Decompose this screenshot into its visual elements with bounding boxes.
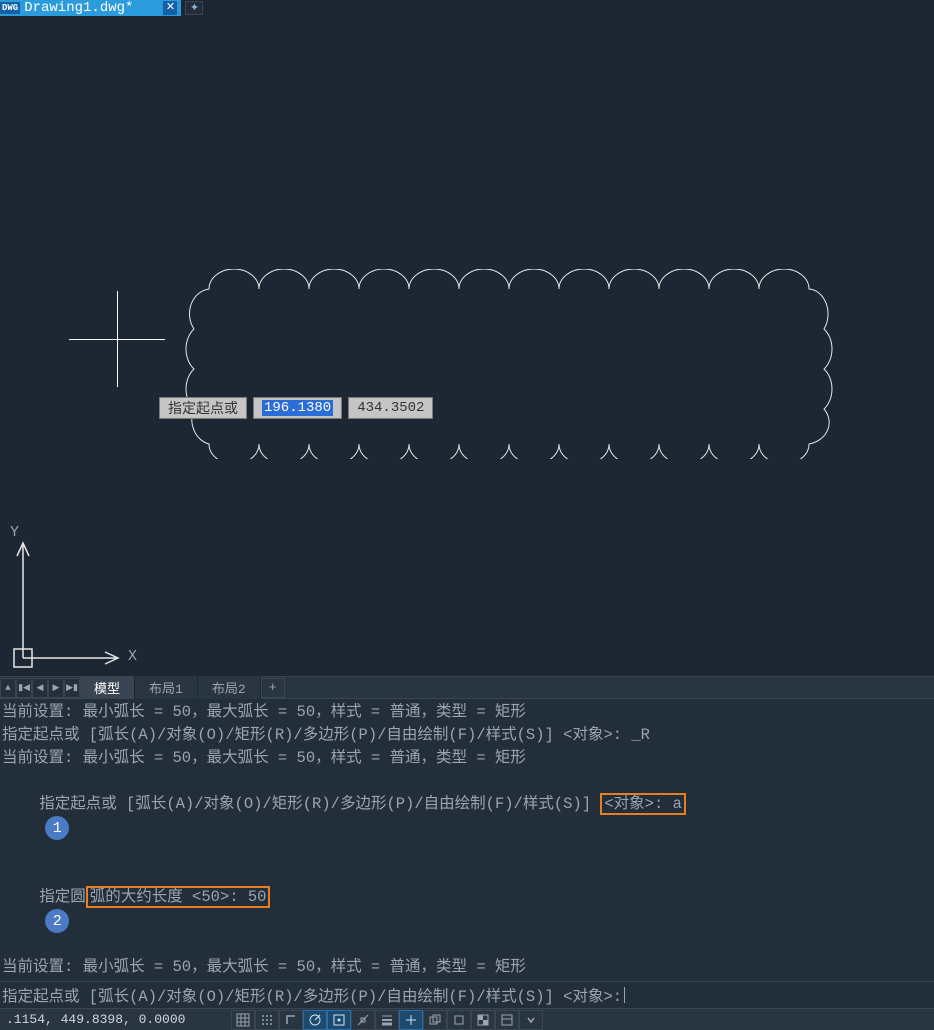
annotation-badge-1: 1	[45, 816, 69, 840]
command-prompt-text: 指定起点或 [弧长(A)/对象(O)/矩形(R)/多边形(P)/自由绘制(F)/…	[2, 984, 622, 1006]
layout-next-button[interactable]: ▶	[48, 678, 64, 698]
drawing-canvas[interactable]: 指定起点或 196.1380 434.3502 Y X	[0, 16, 934, 676]
status-bar: .1154, 449.8398, 0.0000	[0, 1008, 934, 1030]
status-expand-icon[interactable]	[519, 1010, 543, 1030]
new-tab-button[interactable]: ✦	[185, 1, 203, 15]
file-tab-name: Drawing1.dwg*	[24, 0, 133, 16]
dynamic-input-x[interactable]: 196.1380	[253, 397, 342, 419]
lineweight-toggle-icon[interactable]	[375, 1010, 399, 1030]
dynamic-input-y[interactable]: 434.3502	[348, 397, 433, 419]
layout-tab-2[interactable]: 布局2	[198, 676, 261, 699]
dwg-badge-icon: DWG	[0, 2, 20, 14]
file-tab[interactable]: DWG Drawing1.dwg* ✕	[0, 0, 181, 16]
otrack-toggle-icon[interactable]	[351, 1010, 375, 1030]
close-tab-button[interactable]: ✕	[163, 1, 177, 15]
history-line: 当前设置: 最小弧长 = 50，最大弧长 = 50，样式 = 普通，类型 = 矩…	[2, 956, 932, 979]
history-line: 指定起点或 [弧长(A)/对象(O)/矩形(R)/多边形(P)/自由绘制(F)/…	[2, 724, 932, 747]
history-line: 当前设置: 最小弧长 = 50，最大弧长 = 50，样式 = 普通，类型 = 矩…	[2, 747, 932, 770]
ucs-icon: Y X	[8, 528, 138, 668]
layout-first-button[interactable]: ▮◀	[16, 678, 32, 698]
command-history: 当前设置: 最小弧长 = 50，最大弧长 = 50，样式 = 普通，类型 = 矩…	[0, 698, 934, 981]
snap-toggle-icon[interactable]	[255, 1010, 279, 1030]
dynamic-input-tooltip: 指定起点或 196.1380 434.3502	[159, 397, 433, 419]
quickprops-toggle-icon[interactable]	[495, 1010, 519, 1030]
3dosnap-toggle-icon[interactable]	[447, 1010, 471, 1030]
highlight-box-2: 弧的大约长度 <50>: 50	[86, 886, 271, 908]
ucs-y-label: Y	[10, 524, 19, 541]
layout-tab-1[interactable]: 布局1	[135, 676, 198, 699]
dyninput-toggle-icon[interactable]	[399, 1010, 423, 1030]
grid-toggle-icon[interactable]	[231, 1010, 255, 1030]
revision-cloud-shape	[184, 269, 834, 459]
selcycle-toggle-icon[interactable]	[423, 1010, 447, 1030]
status-coordinates[interactable]: .1154, 449.8398, 0.0000	[0, 1012, 191, 1027]
layout-tab-bar: ▲ ▮◀ ◀ ▶ ▶▮ 模型 布局1 布局2 +	[0, 676, 934, 698]
history-line: 当前设置: 最小弧长 = 50，最大弧长 = 50，样式 = 普通，类型 = 矩…	[2, 701, 932, 724]
history-line: 指定起点或 [弧长(A)/对象(O)/矩形(R)/多边形(P)/自由绘制(F)/…	[2, 770, 932, 863]
file-tab-bar: DWG Drawing1.dwg* ✕ ✦	[0, 0, 934, 16]
crosshair-cursor-icon	[69, 291, 165, 387]
highlight-box-1: <对象>: a	[600, 793, 686, 815]
polar-toggle-icon[interactable]	[303, 1010, 327, 1030]
layout-last-button[interactable]: ▶▮	[64, 678, 80, 698]
layout-tab-model[interactable]: 模型	[80, 676, 135, 699]
annotation-badge-2: 2	[45, 909, 69, 933]
dynamic-input-prompt: 指定起点或	[159, 397, 247, 419]
ortho-toggle-icon[interactable]	[279, 1010, 303, 1030]
text-caret-icon	[624, 987, 625, 1003]
osnap-toggle-icon[interactable]	[327, 1010, 351, 1030]
command-line[interactable]: 指定起点或 [弧长(A)/对象(O)/矩形(R)/多边形(P)/自由绘制(F)/…	[0, 981, 934, 1008]
layout-prev-button[interactable]: ◀	[32, 678, 48, 698]
layout-add-button[interactable]: +	[261, 678, 285, 698]
history-line: 指定圆弧的大约长度 <50>: 50 2	[2, 863, 932, 956]
history-toggle-button[interactable]: ▲	[0, 678, 16, 698]
transparency-toggle-icon[interactable]	[471, 1010, 495, 1030]
ucs-x-label: X	[128, 648, 137, 665]
